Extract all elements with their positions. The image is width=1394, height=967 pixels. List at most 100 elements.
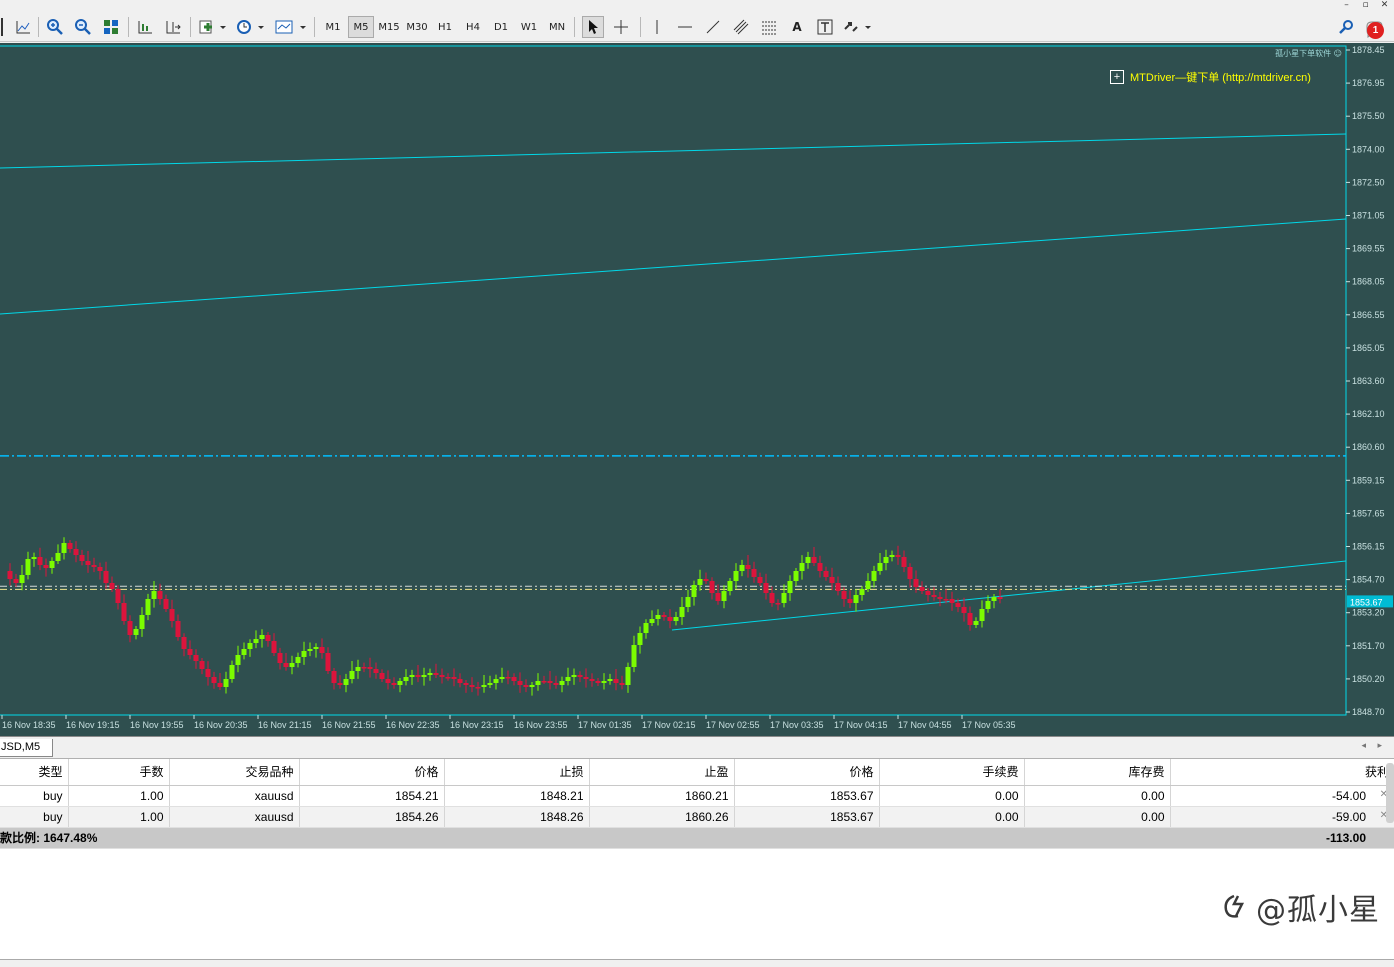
column-header[interactable]: 止损 [444, 759, 590, 786]
candle-body [691, 585, 697, 597]
candle-body [937, 597, 943, 599]
price-chart[interactable]: 1878.45 1876.95 1875.50 1874.00 1872.50 1871.… [0, 43, 1394, 736]
chart-shift-icon[interactable] [162, 16, 184, 38]
candle-body [49, 561, 55, 568]
fibonacci-icon[interactable] [758, 16, 780, 38]
timeframe-d1-button[interactable]: D1 [488, 16, 514, 38]
time-tick-label: 16 Nov 22:35 [386, 720, 440, 730]
timeframe-w1-button[interactable]: W1 [516, 16, 542, 38]
cursor-icon[interactable] [582, 16, 604, 38]
time-tick-label: 16 Nov 21:55 [322, 720, 376, 730]
mtdriver-label-text: MTDriver—键下单 (http://mtdriver.cn) [1130, 72, 1311, 84]
candle-body [703, 579, 709, 581]
candle-body [391, 683, 397, 685]
table-cell: 1853.67 [734, 785, 880, 807]
candle-body [529, 685, 535, 687]
chart-tab-xauusd-m5[interactable]: JSD,M5 [0, 739, 53, 757]
candle-body [673, 617, 679, 621]
candle-body [463, 683, 469, 685]
candle-body [547, 681, 553, 683]
price-tick-label: 1865.05 [1352, 343, 1385, 353]
candle-body [607, 679, 613, 681]
price-tick-label: 1860.60 [1352, 442, 1385, 452]
price-tick-label: 1850.20 [1352, 674, 1385, 684]
price-tick-label: 1857.65 [1352, 508, 1385, 518]
candle-body [745, 565, 751, 569]
timeframe-m30-button[interactable]: M30 [404, 16, 430, 38]
autoscroll-icon[interactable] [134, 16, 156, 38]
timeframe-h1-button[interactable]: H1 [432, 16, 458, 38]
column-header[interactable]: 手数 [68, 759, 170, 786]
candle-body [241, 649, 247, 655]
column-header[interactable]: 价格 [299, 759, 445, 786]
zoom-in-icon[interactable] [44, 16, 66, 38]
column-header[interactable]: 手续费 [879, 759, 1025, 786]
column-header[interactable]: 价格 [734, 759, 880, 786]
tab-scroll-left-icon[interactable]: ◂ [1361, 741, 1366, 751]
timeframe-m15-button[interactable]: M15 [376, 16, 402, 38]
timeframe-mn-button[interactable]: MN [544, 16, 570, 38]
column-header[interactable]: 类型 [0, 759, 69, 786]
terminal-scrollbar[interactable] [1386, 763, 1394, 823]
equidistant-channel-icon[interactable] [730, 16, 752, 38]
vertical-line-icon[interactable] [646, 16, 668, 38]
mtdriver-panel-toggle[interactable]: + MTDriver—键下单 (http://mtdriver.cn) [1110, 69, 1311, 85]
watermark-text: @孤小星 [1256, 893, 1380, 928]
horizontal-line-icon[interactable] [674, 16, 696, 38]
column-header[interactable]: 交易品种 [169, 759, 300, 786]
candle-body [739, 565, 745, 571]
indicators-icon[interactable] [196, 16, 228, 38]
candle-body [439, 675, 445, 677]
crosshair-icon[interactable] [610, 16, 632, 38]
candle-body [337, 683, 343, 685]
timeframe-m1-button[interactable]: M1 [320, 16, 346, 38]
close-button[interactable]: ✕ [1375, 0, 1394, 12]
zoom-out-icon[interactable] [72, 16, 94, 38]
line-chart-icon[interactable] [12, 16, 34, 38]
timeframe-h4-button[interactable]: H4 [460, 16, 486, 38]
summary-row: 款比例: 1647.48% -113.00 [0, 827, 1394, 849]
column-header[interactable]: 获利 [1170, 759, 1394, 786]
candle-body [169, 609, 175, 621]
tab-scroll-right-icon[interactable]: ▸ [1377, 741, 1382, 751]
restore-button[interactable]: ▫ [1356, 0, 1375, 12]
tile-windows-icon[interactable] [100, 16, 122, 38]
price-tick-label: 1872.50 [1352, 177, 1385, 187]
candle-body [553, 683, 559, 685]
candle-body [259, 635, 265, 639]
search-icon[interactable] [1336, 16, 1358, 38]
candle-body [577, 675, 583, 677]
text-tool-button[interactable]: A [786, 16, 808, 38]
order-row[interactable]: buy 1.00 xauusd 1854.26 1848.26 1860.26 1853.6… [0, 806, 1394, 828]
candle-body [427, 673, 433, 675]
column-header[interactable]: 库存费 [1024, 759, 1171, 786]
text-label-icon[interactable] [814, 16, 836, 38]
price-tick-label: 1862.10 [1352, 409, 1385, 419]
expand-plus-icon[interactable]: + [1110, 70, 1124, 84]
candle-body [595, 681, 601, 683]
candle-body [235, 655, 241, 665]
table-header-row: 类型 手数 交易品种 价格 止损 止盈 价格 手续费 库存费 获利 [0, 759, 1394, 786]
periodicity-icon[interactable] [234, 16, 266, 38]
price-tick-label: 1871.05 [1352, 211, 1385, 221]
trendline-icon[interactable] [702, 16, 724, 38]
candle-body [487, 683, 493, 685]
column-header[interactable]: 止盈 [589, 759, 735, 786]
table-cell: 1.00 [68, 806, 170, 828]
time-tick-label: 16 Nov 21:15 [258, 720, 312, 730]
candle-body [31, 557, 37, 559]
candle-body [343, 679, 349, 685]
price-tick-label: 1875.50 [1352, 111, 1385, 121]
current-price-label: 1853.67 [1350, 597, 1383, 607]
time-tick-label: 17 Nov 02:55 [706, 720, 760, 730]
candle-body [901, 557, 907, 567]
order-row[interactable]: buy 1.00 xauusd 1854.21 1848.21 1860.21 1853.6… [0, 785, 1394, 807]
templates-icon[interactable] [272, 16, 308, 38]
timeframe-m5-button[interactable]: M5 [348, 16, 374, 38]
total-profit-value: -113.00 [1170, 827, 1394, 849]
time-tick-label: 16 Nov 20:35 [194, 720, 248, 730]
candle-body [37, 557, 43, 565]
minimize-button[interactable]: – [1337, 0, 1356, 12]
arrows-icon[interactable] [842, 16, 874, 38]
notification-icon[interactable]: 1 [1364, 16, 1390, 39]
